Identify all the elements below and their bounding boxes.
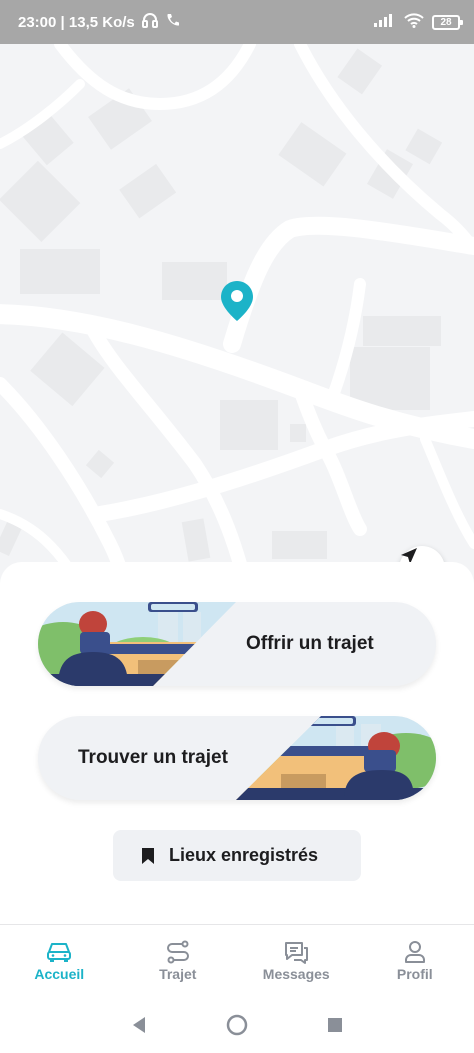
wifi-icon [404, 12, 424, 32]
tab-trajet[interactable]: Trajet [119, 925, 238, 996]
headset-icon [141, 12, 159, 32]
signal-icon [374, 13, 396, 31]
saved-places-button[interactable]: Lieux enregistrés [113, 830, 361, 881]
find-ride-label: Trouver un trajet [78, 747, 228, 768]
tab-messages-label: Messages [262, 965, 330, 982]
recents-icon[interactable] [327, 1017, 343, 1033]
back-icon[interactable] [131, 1016, 147, 1034]
offer-ride-label: Offrir un trajet [246, 633, 374, 654]
map-view[interactable] [0, 44, 474, 604]
tab-messages[interactable]: Messages [237, 925, 356, 996]
bottom-tab-bar: Accueil Trajet Messages Profil [0, 924, 474, 996]
tab-accueil[interactable]: Accueil [0, 925, 119, 996]
car-icon [47, 942, 72, 962]
status-bar: 23:00 | 13,5 Ko/s 28 [0, 0, 474, 44]
phone-call-icon [165, 12, 181, 32]
passenger-illustration [236, 716, 436, 800]
user-icon [404, 940, 425, 963]
home-icon[interactable] [226, 1014, 248, 1036]
tab-trajet-label: Trajet [159, 965, 197, 982]
driver-illustration [38, 602, 236, 686]
saved-places-label: Lieux enregistrés [169, 845, 319, 865]
system-nav-bar [0, 996, 474, 1053]
chat-icon [285, 941, 309, 964]
offer-ride-button[interactable]: Offrir un trajet [38, 602, 436, 686]
tab-profil-label: Profil [396, 965, 433, 982]
location-pin-icon[interactable] [220, 280, 254, 322]
tab-accueil-label: Accueil [34, 965, 85, 982]
status-time-speed: 23:00 | 13,5 Ko/s [18, 13, 135, 31]
tab-profil[interactable]: Profil [356, 925, 474, 996]
battery-icon: 28 [432, 14, 463, 30]
bookmark-icon [142, 847, 154, 864]
route-icon [166, 940, 189, 963]
map-streets [0, 44, 474, 604]
find-ride-button[interactable]: Trouver un trajet [38, 716, 436, 800]
bottom-sheet: Offrir un trajet Trouver un trajet Lieux… [0, 562, 474, 924]
